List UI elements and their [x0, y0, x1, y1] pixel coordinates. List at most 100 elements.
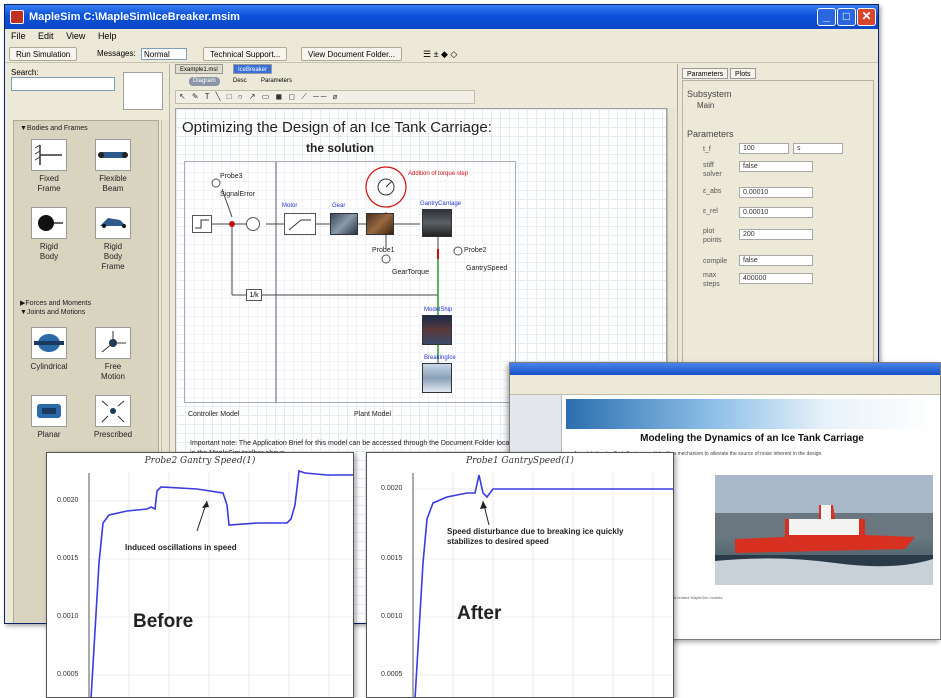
icebreaker-ship-photo: [715, 475, 933, 585]
gantry-carriage-block[interactable]: [422, 209, 452, 237]
probe3-label: Probe3: [220, 173, 243, 180]
gain-block[interactable]: 1/k: [246, 289, 262, 301]
menu-file[interactable]: File: [11, 31, 26, 41]
before-annotation: Induced oscillations in speed: [125, 543, 237, 552]
rigid-body-component[interactable]: Rigid Body: [26, 207, 72, 262]
component-label: Body: [39, 252, 59, 261]
section-bodies-and-frames[interactable]: ▼Bodies and Frames: [20, 125, 88, 132]
param-tf-field[interactable]: 100: [739, 143, 789, 154]
planar-component[interactable]: Planar: [26, 395, 72, 440]
search-input[interactable]: [11, 77, 115, 91]
controller-model-label: Controller Model: [188, 411, 240, 418]
fixed-frame-component[interactable]: Fixed Frame: [26, 139, 72, 194]
toolbar-icons[interactable]: ☰ ± ◆ ◇: [423, 45, 457, 63]
param-name: ε_abs: [703, 188, 722, 195]
model-ship-label: ModelShip: [424, 307, 453, 313]
brief-banner: [566, 399, 938, 429]
run-simulation-button[interactable]: Run Simulation: [9, 47, 78, 61]
gantry-speed-label: GantrySpeed: [466, 265, 508, 272]
step-source-block[interactable]: [192, 215, 212, 233]
diagram-edit-toolbar[interactable]: ↖ ✎ T ╲ □ ○ ↗ ▭ ◼ ◻ ⟋ ── ⌀: [175, 90, 475, 104]
component-label: Rigid: [39, 242, 59, 251]
param-compile-select[interactable]: false: [739, 255, 813, 266]
y-tick-label: 0.0020: [381, 485, 403, 492]
param-max-steps-field[interactable]: 400000: [739, 273, 813, 284]
cylindrical-component[interactable]: Cylindrical: [26, 327, 72, 372]
tab-parameters[interactable]: Parameters: [257, 77, 296, 86]
component-label: Rigid: [103, 242, 123, 251]
tab-icebreaker[interactable]: IceBreaker: [233, 64, 273, 74]
brief-title-bar[interactable]: [510, 363, 940, 375]
feedback-block[interactable]: [246, 217, 260, 231]
view-document-folder-button[interactable]: View Document Folder...: [301, 47, 403, 61]
breaking-ice-label: BreakingIce: [424, 355, 456, 361]
subsystem-value: Main: [697, 101, 715, 110]
tab-example1[interactable]: Example1.msl: [175, 64, 223, 74]
minimize-button[interactable]: _: [817, 8, 836, 26]
tab-diagram[interactable]: Diagram: [189, 77, 220, 86]
y-tick-label: 0.0010: [57, 613, 79, 620]
param-stiff-select[interactable]: false: [739, 161, 813, 172]
y-tick-label: 0.0010: [381, 613, 403, 620]
technical-support-button[interactable]: Technical Support...: [203, 47, 288, 61]
probe2-label: Probe2: [464, 247, 487, 254]
breaking-ice-block[interactable]: [422, 363, 452, 393]
section-joints-and-motions[interactable]: ▼Joints and Motions: [20, 309, 85, 316]
torque-step-annotation: Addition of torque step: [408, 171, 469, 177]
search-label: Search:: [11, 68, 39, 77]
model-ship-block[interactable]: [422, 315, 452, 345]
y-tick-label: 0.0005: [57, 671, 79, 678]
probe1-label: Probe1: [372, 247, 395, 254]
maximize-button[interactable]: □: [837, 8, 856, 26]
component-label: Body: [103, 252, 123, 261]
main-toolbar: Run Simulation Messages: Normal Technica…: [5, 45, 878, 63]
param-name: compile: [703, 258, 728, 265]
y-tick-label: 0.0015: [381, 555, 403, 562]
y-tick-label: 0.0020: [57, 497, 79, 504]
messages-select[interactable]: Normal: [141, 48, 187, 60]
brief-toolbars[interactable]: [510, 375, 940, 395]
section-forces-and-moments[interactable]: ▶Forces and Moments: [20, 299, 91, 307]
menu-bar: File Edit View Help: [5, 29, 878, 44]
menu-view[interactable]: View: [66, 31, 85, 41]
param-eps-abs-field[interactable]: 0.00010: [739, 187, 813, 198]
title-bar[interactable]: MapleSim C:\MapleSim\IceBreaker.msim: [5, 5, 878, 29]
param-name: ε_rel: [703, 208, 718, 215]
gantry-carriage-label: GantryCarriage: [420, 201, 462, 207]
component-label: Fixed: [39, 174, 59, 183]
brief-heading: Modeling the Dynamics of an Ice Tank Car…: [640, 433, 864, 444]
component-label: Planar: [37, 430, 61, 439]
after-plot-window: Probe1 GantrySpeed(1) 0.0020 0.0015 0.00…: [366, 452, 674, 698]
param-tf-unit[interactable]: s: [793, 143, 843, 154]
tab-plots[interactable]: Plots: [730, 68, 756, 79]
document-tabs: Example1.msl IceBreaker: [173, 64, 673, 74]
plant-model-label: Plant Model: [354, 411, 391, 418]
free-motion-component[interactable]: Free Motion: [90, 327, 136, 382]
subsystem-label: Subsystem: [687, 89, 732, 99]
rigid-body-frame-icon: [95, 207, 131, 239]
menu-help[interactable]: Help: [98, 31, 117, 41]
tab-parameters-panel[interactable]: Parameters: [682, 68, 729, 79]
rigid-body-icon: [31, 207, 67, 239]
menu-edit[interactable]: Edit: [38, 31, 54, 41]
component-label: Flexible: [99, 174, 127, 183]
gear-block[interactable]: [366, 213, 394, 235]
pid-controller-block[interactable]: [284, 213, 316, 235]
flexible-beam-component[interactable]: Flexible Beam: [90, 139, 136, 194]
param-name: t_f: [703, 146, 711, 153]
tab-desc[interactable]: Desc: [229, 77, 251, 86]
after-annotation: Speed disturbance due to breaking ice qu…: [447, 527, 624, 546]
motor-label: Motor: [282, 203, 298, 209]
param-eps-rel-field[interactable]: 0.00010: [739, 207, 813, 218]
rigid-body-frame-component[interactable]: Rigid Body Frame: [90, 207, 136, 272]
motor-block[interactable]: [330, 213, 358, 235]
after-plot: [412, 473, 673, 697]
screenshot-stage: MapleSim C:\MapleSim\IceBreaker.msim _ □…: [0, 0, 941, 698]
component-label: Prescribed: [93, 430, 133, 439]
free-motion-icon: [95, 327, 131, 359]
param-name: plot points: [703, 228, 722, 244]
close-button[interactable]: ✕: [857, 8, 876, 26]
param-plot-points-field[interactable]: 200: [739, 229, 813, 240]
prescribed-component[interactable]: Prescribed: [90, 395, 136, 440]
signal-error-label: SignalError: [220, 191, 256, 198]
